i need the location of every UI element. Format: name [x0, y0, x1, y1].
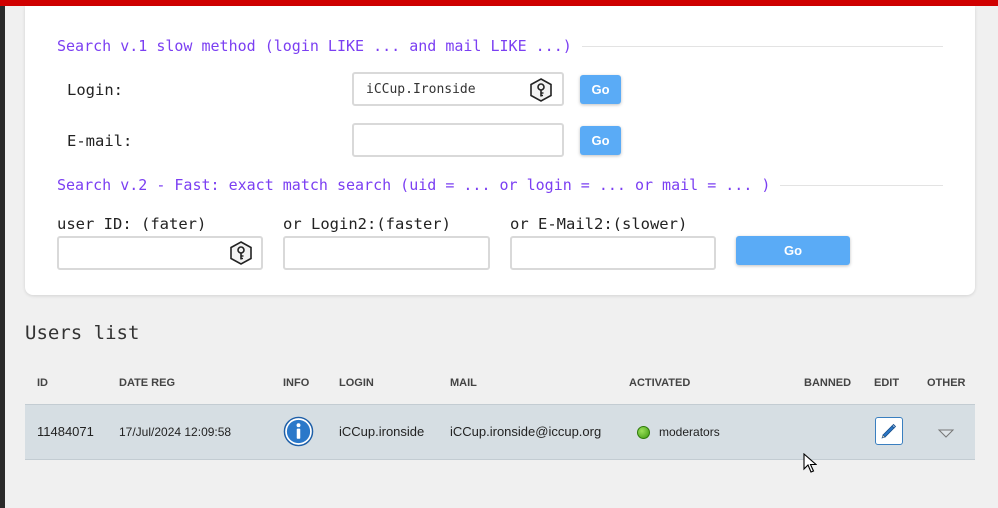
email2-input[interactable] [510, 236, 716, 270]
column-header-edit[interactable]: EDIT [874, 377, 899, 389]
search-panel: Search v.1 slow method (login LIKE ... a… [25, 6, 975, 295]
cell-mail: iCCup.ironside@iccup.org [450, 424, 602, 439]
column-header-other[interactable]: OTHER [927, 377, 966, 389]
column-header-info[interactable]: INFO [283, 377, 309, 389]
email2-label: or E-Mail2:(slower) [510, 215, 688, 233]
column-header-id[interactable]: ID [37, 377, 48, 389]
window-left-edge [0, 6, 5, 508]
email-input[interactable] [352, 123, 564, 157]
cell-login: iCCup.ironside [339, 424, 425, 439]
mouse-cursor-icon [803, 453, 817, 473]
chevron-down-icon[interactable] [937, 427, 955, 439]
email-go-button[interactable]: Go [580, 126, 621, 155]
cell-activated: moderators [659, 425, 720, 439]
column-header-banned[interactable]: BANNED [804, 377, 851, 389]
column-header-login[interactable]: LOGIN [339, 377, 374, 389]
login-label: Login: [67, 81, 123, 99]
exact-search-go-button[interactable]: Go [736, 236, 850, 265]
status-active-icon [637, 426, 650, 439]
key-icon[interactable] [529, 78, 553, 102]
column-header-date-reg[interactable]: DATE REG [119, 377, 175, 389]
cell-id: 11484071 [37, 424, 94, 439]
email-label: E-mail: [67, 132, 133, 150]
key-icon[interactable] [229, 241, 253, 265]
uid-label: user ID: (fater) [57, 215, 207, 233]
section-divider [581, 45, 943, 47]
users-list-title: Users list [25, 322, 140, 344]
search-v2-title: Search v.2 - Fast: exact match search (u… [57, 175, 943, 195]
login-go-button[interactable]: Go [580, 75, 621, 104]
search-v2-title-text: Search v.2 - Fast: exact match search (u… [57, 176, 771, 194]
table-row: 11484071 17/Jul/2024 12:09:58 iCCup.iron… [25, 404, 975, 460]
login2-label: or Login2:(faster) [283, 215, 451, 233]
column-header-activated[interactable]: ACTIVATED [629, 377, 690, 389]
section-divider [780, 184, 943, 186]
column-header-mail[interactable]: MAIL [450, 377, 477, 389]
search-v1-title: Search v.1 slow method (login LIKE ... a… [57, 36, 943, 56]
info-icon[interactable] [283, 416, 314, 447]
cell-date-reg: 17/Jul/2024 12:09:58 [119, 425, 232, 439]
pencil-icon [881, 423, 897, 439]
search-v1-title-text: Search v.1 slow method (login LIKE ... a… [57, 37, 572, 55]
edit-button[interactable] [875, 417, 903, 445]
login2-input[interactable] [283, 236, 490, 270]
